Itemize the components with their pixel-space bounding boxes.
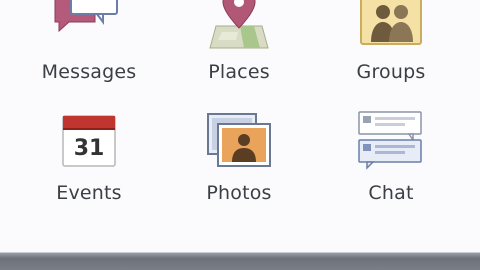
- events-icon: 31: [61, 112, 117, 168]
- photos-icon: [204, 112, 274, 168]
- tile-chat[interactable]: Chat: [316, 110, 466, 220]
- tile-label: Groups: [356, 61, 426, 83]
- bottom-bar: [0, 252, 480, 270]
- messages-icon: [53, 0, 125, 46]
- tile-label: Messages: [41, 61, 137, 83]
- tile-events[interactable]: 31 Events: [14, 110, 164, 220]
- chat-icon: [357, 110, 425, 170]
- tile-places[interactable]: Places: [164, 0, 314, 92]
- tile-label: Events: [56, 182, 122, 204]
- places-icon: [204, 0, 274, 52]
- tile-groups[interactable]: Groups: [316, 0, 466, 92]
- tile-label: Chat: [368, 182, 414, 204]
- app-grid-screen: Messages Places Groups 31 Events Photos …: [0, 0, 480, 270]
- tile-messages[interactable]: Messages: [14, 0, 164, 92]
- groups-icon: [359, 0, 423, 46]
- tile-label: Places: [208, 61, 270, 83]
- tile-photos[interactable]: Photos: [164, 110, 314, 220]
- tile-label: Photos: [206, 182, 272, 204]
- calendar-day: 31: [74, 136, 105, 161]
